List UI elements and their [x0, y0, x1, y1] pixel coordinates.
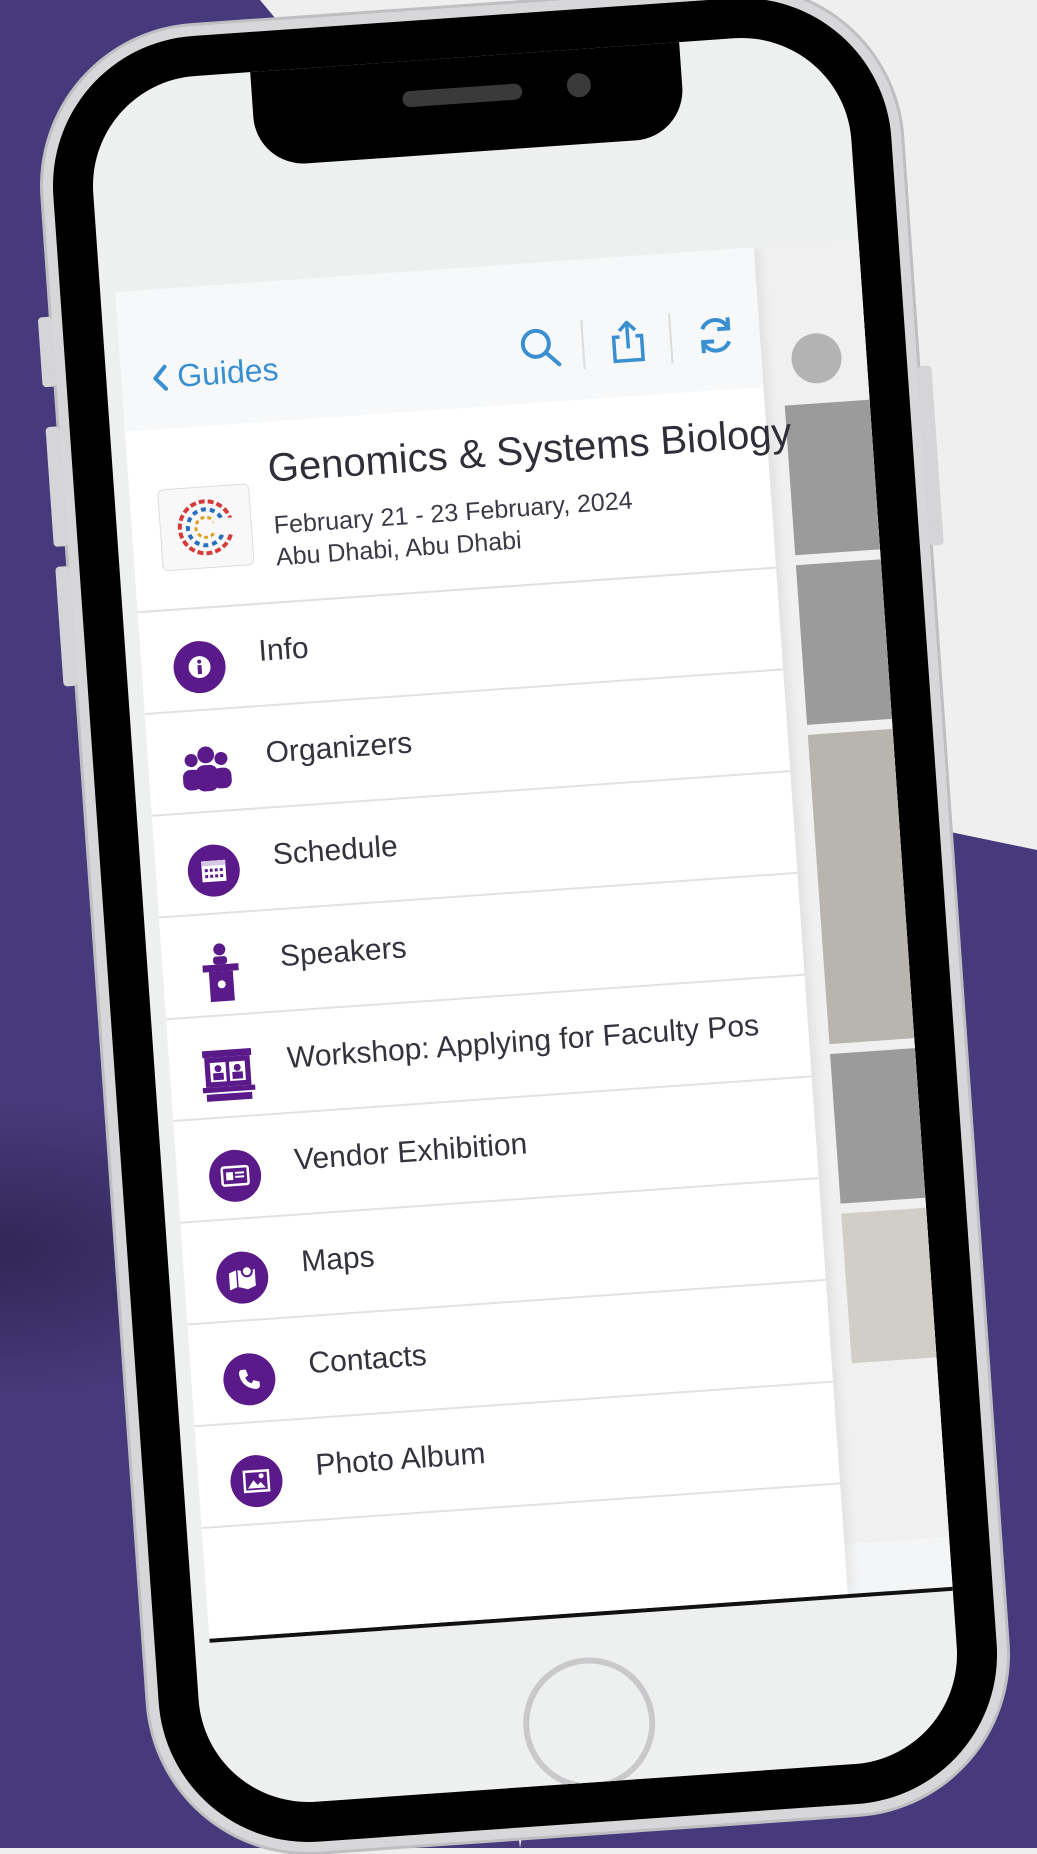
people-icon	[182, 746, 232, 792]
event-logo	[157, 483, 255, 572]
menu-item-label: Contacts	[307, 1338, 428, 1381]
phone-screen: Guides Genomics & Systems Biology Februa…	[85, 30, 965, 1810]
info-icon	[171, 639, 228, 695]
home-button[interactable]	[518, 1653, 660, 1794]
phone-icon	[221, 1351, 278, 1408]
share-button[interactable]	[596, 309, 660, 373]
feed-photo[interactable]	[795, 558, 897, 725]
user-avatar[interactable]	[789, 331, 844, 385]
navigation-drawer: Guides Genomics & Systems Biology Februa…	[115, 247, 848, 1639]
back-to-guides-button[interactable]: Guides	[150, 351, 280, 397]
people-icon-wrap	[177, 739, 237, 799]
drawer-menu: Info Organizers Schedule Speakers Worksh…	[137, 568, 841, 1530]
map-glyph	[228, 1265, 256, 1291]
map-icon-wrap	[212, 1248, 272, 1308]
photo-glyph	[242, 1468, 271, 1494]
phone-body: Guides Genomics & Systems Biology Februa…	[37, 0, 1008, 1853]
badge-icon-wrap	[205, 1146, 265, 1206]
menu-item-label: Organizers	[264, 726, 414, 770]
front-camera	[566, 72, 592, 99]
podium-icon-wrap	[191, 942, 251, 1003]
phone-icon-wrap	[219, 1349, 279, 1409]
event-logo-image	[177, 499, 240, 556]
search-button[interactable]	[508, 316, 572, 380]
photo-icon-wrap	[227, 1451, 287, 1511]
menu-item-label: Schedule	[271, 829, 399, 872]
badge-icon	[207, 1148, 263, 1204]
calendar-icon-wrap	[184, 841, 244, 901]
feed-photo[interactable]	[784, 399, 885, 556]
toolbar-divider	[668, 313, 674, 364]
calendar-icon	[186, 842, 242, 899]
back-label: Guides	[175, 350, 280, 394]
phone-glyph	[238, 1369, 260, 1389]
badge-glyph	[220, 1164, 250, 1187]
power-button	[917, 365, 944, 546]
chevron-left-icon	[153, 364, 169, 391]
feed-photo[interactable]	[807, 728, 920, 1045]
notch	[249, 32, 686, 167]
feed-photo[interactable]	[830, 1047, 931, 1204]
calendar-glyph	[201, 859, 227, 883]
booth-icon	[201, 1047, 256, 1102]
toolbar-divider	[580, 319, 586, 370]
info-glyph	[188, 656, 211, 679]
map-icon	[214, 1249, 271, 1306]
share-icon	[611, 320, 646, 364]
refresh-button[interactable]	[684, 303, 748, 367]
menu-item-label: Info	[257, 631, 310, 668]
earpiece-speaker	[401, 83, 523, 108]
menu-item-label: Photo Album	[314, 1437, 487, 1482]
menu-item-label: Speakers	[278, 931, 408, 974]
refresh-icon	[700, 317, 732, 354]
photo-icon	[228, 1453, 285, 1509]
menu-item-label: Vendor Exhibition	[293, 1127, 529, 1177]
info-icon-wrap	[170, 637, 230, 697]
menu-item-label: Maps	[300, 1240, 376, 1279]
podium-icon	[202, 943, 239, 1003]
app-window: Guides Genomics & Systems Biology Februa…	[115, 239, 965, 1643]
event-title: Genomics & Systems Biology	[266, 410, 793, 491]
feed-photo[interactable]	[841, 1207, 942, 1364]
search-icon	[520, 328, 562, 367]
menu-item-label: Workshop: Applying for Faculty Pos	[285, 1008, 761, 1075]
booth-icon-wrap	[198, 1044, 258, 1104]
